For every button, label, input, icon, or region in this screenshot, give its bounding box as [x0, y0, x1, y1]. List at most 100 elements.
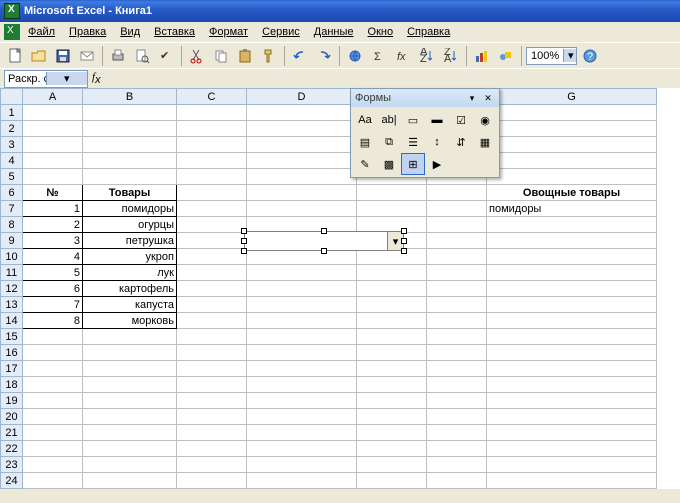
selection-handle[interactable]: [241, 228, 247, 234]
selection-handle[interactable]: [401, 228, 407, 234]
menu-file[interactable]: Файл: [22, 24, 61, 40]
cell[interactable]: картофель: [83, 281, 177, 297]
cell[interactable]: 8: [23, 313, 83, 329]
row-header[interactable]: 10: [1, 249, 23, 265]
open-button[interactable]: [28, 45, 50, 67]
fx-icon[interactable]: fx: [92, 71, 101, 86]
row-header[interactable]: 9: [1, 233, 23, 249]
selection-handle[interactable]: [401, 248, 407, 254]
row-header[interactable]: 14: [1, 313, 23, 329]
cell[interactable]: капуста: [83, 297, 177, 313]
menu-view[interactable]: Вид: [114, 24, 146, 40]
selection-handle[interactable]: [401, 238, 407, 244]
chart-wizard-button[interactable]: [471, 45, 493, 67]
textbox-tool[interactable]: ab|: [377, 109, 401, 131]
cell[interactable]: 1: [23, 201, 83, 217]
select-all-cell[interactable]: [1, 89, 23, 105]
checkbox-tool[interactable]: ☑: [449, 109, 473, 131]
row-header[interactable]: 16: [1, 345, 23, 361]
row-header[interactable]: 18: [1, 377, 23, 393]
row-header[interactable]: 11: [1, 265, 23, 281]
combobox-tool[interactable]: ⧉: [377, 131, 401, 153]
col-header-A[interactable]: A: [23, 89, 83, 105]
help-button[interactable]: ?: [579, 45, 601, 67]
sort-desc-button[interactable]: ZA: [440, 45, 462, 67]
zoom-combo[interactable]: 100% ▾: [526, 47, 577, 65]
worksheet-grid[interactable]: A B C D E F G 1 2 3 4 5 6 № Товары Овощн…: [0, 88, 680, 489]
cell[interactable]: 3: [23, 233, 83, 249]
row-header[interactable]: 4: [1, 153, 23, 169]
row-header[interactable]: 2: [1, 121, 23, 137]
button-tool[interactable]: ▬: [425, 109, 449, 131]
sort-asc-button[interactable]: AZ: [416, 45, 438, 67]
cell[interactable]: Товары: [83, 185, 177, 201]
row-header[interactable]: 17: [1, 361, 23, 377]
cell[interactable]: петрушка: [83, 233, 177, 249]
spelling-button[interactable]: ✔: [155, 45, 177, 67]
name-box[interactable]: Раскр. списо... ▾: [4, 70, 88, 88]
row-header[interactable]: 6: [1, 185, 23, 201]
redo-button[interactable]: [313, 45, 335, 67]
cell[interactable]: 7: [23, 297, 83, 313]
workbook-icon[interactable]: [4, 24, 20, 40]
close-icon[interactable]: ✕: [481, 91, 495, 105]
menu-format[interactable]: Формат: [203, 24, 254, 40]
cell[interactable]: №: [23, 185, 83, 201]
col-header-B[interactable]: B: [83, 89, 177, 105]
row-header[interactable]: 7: [1, 201, 23, 217]
menu-edit[interactable]: Правка: [63, 24, 112, 40]
row-header[interactable]: 22: [1, 441, 23, 457]
cell[interactable]: помидоры: [487, 201, 657, 217]
drawing-button[interactable]: [495, 45, 517, 67]
print-button[interactable]: [107, 45, 129, 67]
row-header[interactable]: 13: [1, 297, 23, 313]
row-header[interactable]: 24: [1, 473, 23, 489]
properties-tool[interactable]: ✎: [353, 153, 377, 175]
menu-tools[interactable]: Сервис: [256, 24, 306, 40]
row-header[interactable]: 12: [1, 281, 23, 297]
combolist-tool[interactable]: ☰: [401, 131, 425, 153]
row-header[interactable]: 19: [1, 393, 23, 409]
menu-data[interactable]: Данные: [308, 24, 360, 40]
groupbox-tool[interactable]: ▭: [401, 109, 425, 131]
cell[interactable]: морковь: [83, 313, 177, 329]
email-button[interactable]: [76, 45, 98, 67]
toggle-grid-tool[interactable]: ⊞: [401, 153, 425, 175]
row-header[interactable]: 5: [1, 169, 23, 185]
undo-button[interactable]: [289, 45, 311, 67]
col-header-D[interactable]: D: [247, 89, 357, 105]
row-header[interactable]: 23: [1, 457, 23, 473]
row-header[interactable]: 21: [1, 425, 23, 441]
scrollbar-tool[interactable]: ↕: [425, 131, 449, 153]
cut-button[interactable]: [186, 45, 208, 67]
menu-insert[interactable]: Вставка: [148, 24, 201, 40]
edit-code-tool[interactable]: ▦: [473, 131, 497, 153]
option-tool[interactable]: ◉: [473, 109, 497, 131]
row-header[interactable]: 1: [1, 105, 23, 121]
cell[interactable]: огурцы: [83, 217, 177, 233]
cell[interactable]: помидоры: [83, 201, 177, 217]
toolbar-options-icon[interactable]: ▾: [465, 91, 479, 105]
menu-help[interactable]: Справка: [401, 24, 456, 40]
selection-handle[interactable]: [321, 248, 327, 254]
hyperlink-button[interactable]: [344, 45, 366, 67]
cell[interactable]: 5: [23, 265, 83, 281]
save-button[interactable]: [52, 45, 74, 67]
menu-window[interactable]: Окно: [362, 24, 400, 40]
grid-tool[interactable]: ▩: [377, 153, 401, 175]
name-box-dropdown-icon[interactable]: ▾: [46, 72, 88, 85]
forms-toolbar[interactable]: Формы ▾ ✕ Aaab|▭▬☑◉▤⧉☰↕⇵▦✎▩⊞▶: [350, 88, 500, 178]
label-tool[interactable]: Aa: [353, 109, 377, 131]
new-button[interactable]: [4, 45, 26, 67]
cell[interactable]: лук: [83, 265, 177, 281]
cell[interactable]: 6: [23, 281, 83, 297]
col-header-C[interactable]: C: [177, 89, 247, 105]
cell[interactable]: 4: [23, 249, 83, 265]
row-header[interactable]: 8: [1, 217, 23, 233]
cell[interactable]: Овощные товары: [487, 185, 657, 201]
col-header-G[interactable]: G: [487, 89, 657, 105]
forms-toolbar-titlebar[interactable]: Формы ▾ ✕: [351, 89, 499, 107]
selection-handle[interactable]: [321, 228, 327, 234]
print-preview-button[interactable]: [131, 45, 153, 67]
cell[interactable]: укроп: [83, 249, 177, 265]
